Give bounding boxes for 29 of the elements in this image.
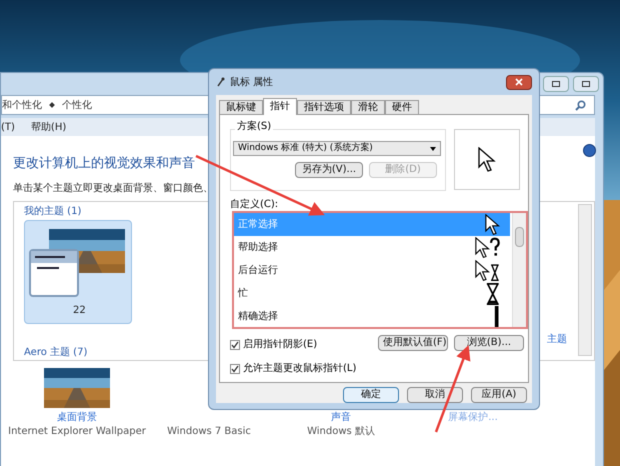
browse-button[interactable]: 浏览(B)... <box>454 335 524 351</box>
setting-link[interactable]: 声音 <box>331 412 351 423</box>
hourglass-icon <box>486 282 500 304</box>
apply-button[interactable]: 应用(A) <box>471 387 527 403</box>
window-preview-icon <box>29 249 79 297</box>
list-label: 自定义(C): <box>230 198 278 212</box>
cursor-list-item[interactable]: 帮助选择 <box>234 236 510 259</box>
setting-caption: Windows 默认 <box>307 425 375 439</box>
busy-arrow-cursor-icon <box>474 260 500 282</box>
checkbox[interactable] <box>230 364 240 374</box>
ok-button[interactable]: 确定 <box>343 387 399 403</box>
section-title: Aero 主题 (7) <box>24 348 88 358</box>
cursor-list-item[interactable]: 精确选择 <box>234 305 510 327</box>
use-default-button[interactable]: 使用默认值(F) <box>378 335 448 351</box>
arrow-cursor-icon <box>484 214 500 236</box>
checkbox[interactable] <box>230 340 240 350</box>
setting-caption: Windows 7 Basic <box>167 425 251 439</box>
cursor-list-item[interactable]: 忙 <box>234 282 510 305</box>
theme-name: 22 <box>73 304 86 318</box>
setting-link[interactable]: 桌面背景 <box>57 412 97 423</box>
theme-tile[interactable]: 22 <box>24 220 132 324</box>
cancel-button[interactable]: 取消 <box>407 387 463 403</box>
help-cursor-icon <box>474 236 500 258</box>
setting-caption: Internet Explorer Wallpaper <box>8 425 146 439</box>
checkbox-label: 启用指针阴影(E) <box>243 338 318 352</box>
checkbox-label: 允许主题更改鼠标指针(L) <box>243 362 356 376</box>
cursor-list-item[interactable]: 后台运行 <box>234 259 510 282</box>
theme-link[interactable]: 主题 <box>547 332 567 347</box>
section-title: 我的主题 (1) <box>24 204 82 219</box>
